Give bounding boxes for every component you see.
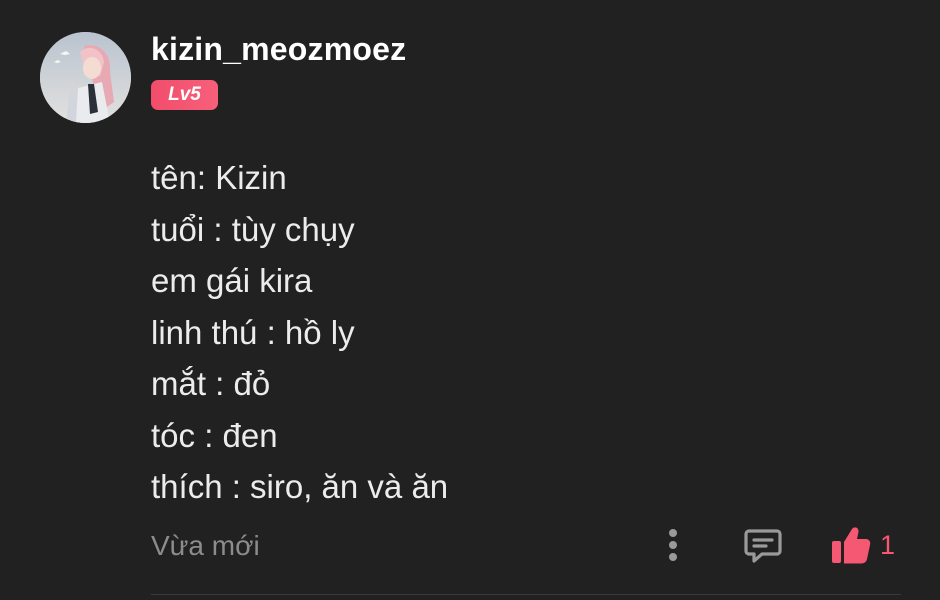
- like-count: 1: [880, 530, 896, 560]
- level-badge: Lv5: [151, 80, 218, 110]
- comment-line: tuổi : tùy chụy: [151, 210, 355, 248]
- comment-line: em gái kira: [151, 262, 313, 299]
- comment-line: tóc : đen: [151, 416, 278, 454]
- comment-line: thích : siro, ăn và ăn: [151, 468, 449, 505]
- divider: [151, 594, 901, 595]
- comment-body: tên: Kizin tuổi : tùy chụy em gái kira l…: [151, 152, 448, 513]
- more-vertical-icon: [669, 529, 677, 561]
- comment-reply-icon: [744, 529, 782, 563]
- comment-line: linh thú : hồ ly: [151, 313, 355, 351]
- avatar[interactable]: [40, 32, 131, 123]
- reply-button[interactable]: [741, 524, 785, 566]
- thumbs-up-icon: [832, 527, 871, 564]
- username[interactable]: kizin_meozmoez: [151, 30, 406, 68]
- comment-line: tên: Kizin: [151, 159, 287, 196]
- timestamp: Vừa mới: [151, 530, 260, 561]
- comment-line: mắt : đỏ: [151, 365, 271, 402]
- like-button[interactable]: 1: [830, 522, 895, 568]
- comment-item: kizin_meozmoez Lv5 tên: Kizin tuổi : tùy…: [0, 0, 940, 600]
- more-options-button[interactable]: [656, 524, 690, 566]
- avatar-image: [40, 32, 131, 123]
